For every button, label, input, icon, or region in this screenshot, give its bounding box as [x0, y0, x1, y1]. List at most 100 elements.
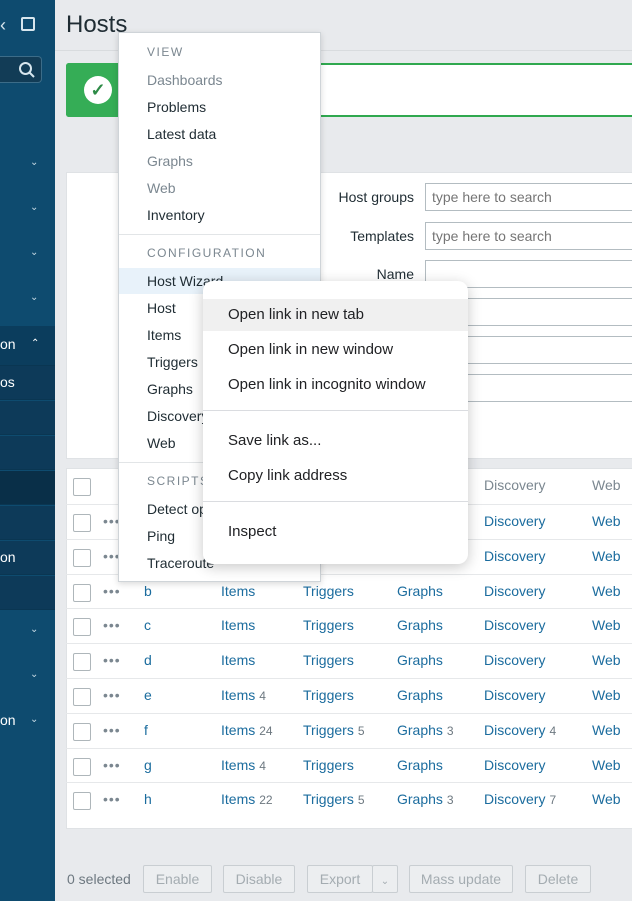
menu-item-detect-os[interactable]: Detect op — [147, 501, 207, 517]
disable-button[interactable]: Disable — [223, 865, 295, 893]
more-options-icon[interactable]: ••• — [103, 791, 121, 807]
discovery-link[interactable]: Discovery — [484, 757, 545, 773]
more-options-icon[interactable]: ••• — [103, 617, 121, 633]
menu-item-triggers[interactable]: Triggers — [147, 354, 198, 370]
collapse-sidebar-icon[interactable]: ‹ — [0, 15, 6, 36]
delete-button[interactable]: Delete — [525, 865, 591, 893]
host-name-link[interactable]: f — [144, 722, 148, 738]
menu-item-graphs-config[interactable]: Graphs — [147, 381, 193, 397]
menu-item-graphs[interactable]: Graphs — [147, 153, 193, 169]
graphs-link[interactable]: Graphs — [397, 652, 443, 668]
discovery-link[interactable]: Discovery — [484, 791, 545, 807]
sidebar-search-input[interactable] — [0, 56, 42, 83]
sidebar-subitem[interactable] — [0, 401, 55, 435]
chevron-up-icon[interactable]: ⌃ — [31, 338, 39, 349]
inspect[interactable]: Inspect — [228, 523, 276, 540]
triggers-link[interactable]: Triggers — [303, 583, 354, 599]
triggers-link[interactable]: Triggers — [303, 722, 354, 738]
web-link[interactable]: Web — [592, 722, 621, 738]
graphs-link[interactable]: Graphs — [397, 757, 443, 773]
menu-item-web[interactable]: Web — [147, 180, 176, 196]
graphs-link[interactable]: Graphs — [397, 687, 443, 703]
mass-update-button[interactable]: Mass update — [409, 865, 513, 893]
triggers-link[interactable]: Triggers — [303, 791, 354, 807]
chevron-down-icon[interactable]: ⌄ — [30, 624, 38, 635]
chevron-down-icon[interactable]: ⌄ — [30, 669, 38, 680]
menu-item-inventory[interactable]: Inventory — [147, 207, 205, 223]
export-button[interactable]: Export — [307, 865, 373, 893]
chevron-down-icon[interactable]: ⌄ — [30, 292, 38, 303]
discovery-link[interactable]: Discovery — [484, 548, 545, 564]
row-checkbox[interactable] — [73, 688, 91, 706]
sidebar-subitem[interactable]: on — [0, 541, 55, 575]
sidebar-subitem[interactable] — [0, 506, 55, 540]
sidebar-item-label[interactable]: on — [0, 712, 16, 728]
chevron-down-icon[interactable]: ⌄ — [30, 714, 38, 725]
menu-item-latest-data[interactable]: Latest data — [147, 126, 216, 142]
items-link[interactable]: Items — [221, 617, 255, 633]
host-name-link[interactable]: g — [144, 757, 152, 773]
sidebar-subitem-selected[interactable] — [0, 471, 55, 505]
open-in-incognito-window[interactable]: Open link in incognito window — [228, 376, 426, 393]
web-link[interactable]: Web — [592, 757, 621, 773]
host-name-link[interactable]: d — [144, 652, 152, 668]
row-checkbox[interactable] — [73, 723, 91, 741]
discovery-link[interactable]: Discovery — [484, 687, 545, 703]
templates-input[interactable] — [425, 222, 632, 250]
menu-item-discovery[interactable]: Discovery — [147, 408, 208, 424]
row-checkbox[interactable] — [73, 792, 91, 810]
menu-item-dashboards[interactable]: Dashboards — [147, 72, 223, 88]
column-header-web[interactable]: Web — [592, 477, 621, 493]
more-options-icon[interactable]: ••• — [103, 583, 121, 599]
more-options-icon[interactable]: ••• — [103, 687, 121, 703]
items-link[interactable]: Items — [221, 757, 255, 773]
web-link[interactable]: Web — [592, 548, 621, 564]
discovery-link[interactable]: Discovery — [484, 583, 545, 599]
row-checkbox[interactable] — [73, 618, 91, 636]
discovery-link[interactable]: Discovery — [484, 652, 545, 668]
copy-link-address[interactable]: Copy link address — [228, 467, 347, 484]
menu-item-items[interactable]: Items — [147, 327, 181, 343]
items-link[interactable]: Items — [221, 722, 255, 738]
export-dropdown-button[interactable]: ⌄ — [372, 865, 398, 893]
web-link[interactable]: Web — [592, 513, 621, 529]
host-groups-input[interactable] — [425, 183, 632, 211]
open-in-new-tab[interactable]: Open link in new tab — [228, 306, 364, 323]
save-link-as[interactable]: Save link as... — [228, 432, 321, 449]
items-link[interactable]: Items — [221, 583, 255, 599]
discovery-link[interactable]: Discovery — [484, 513, 545, 529]
row-checkbox[interactable] — [73, 549, 91, 567]
web-link[interactable]: Web — [592, 687, 621, 703]
chevron-down-icon[interactable]: ⌄ — [30, 247, 38, 258]
menu-item-web-config[interactable]: Web — [147, 435, 176, 451]
graphs-link[interactable]: Graphs — [397, 722, 443, 738]
triggers-link[interactable]: Triggers — [303, 652, 354, 668]
items-link[interactable]: Items — [221, 687, 255, 703]
host-name-link[interactable]: e — [144, 687, 152, 703]
kiosk-mode-icon[interactable] — [21, 17, 35, 31]
sidebar-subitem[interactable] — [0, 576, 55, 610]
web-link[interactable]: Web — [592, 583, 621, 599]
sidebar-subitem[interactable] — [0, 436, 55, 470]
web-link[interactable]: Web — [592, 617, 621, 633]
row-checkbox[interactable] — [73, 758, 91, 776]
more-options-icon[interactable]: ••• — [103, 652, 121, 668]
more-options-icon[interactable]: ••• — [103, 757, 121, 773]
row-checkbox[interactable] — [73, 584, 91, 602]
web-link[interactable]: Web — [592, 791, 621, 807]
row-checkbox[interactable] — [73, 514, 91, 532]
menu-item-ping[interactable]: Ping — [147, 528, 175, 544]
items-link[interactable]: Items — [221, 791, 255, 807]
sidebar-section-active[interactable]: on ⌃ — [0, 326, 55, 366]
triggers-link[interactable]: Triggers — [303, 687, 354, 703]
graphs-link[interactable]: Graphs — [397, 617, 443, 633]
host-name-link[interactable]: h — [144, 791, 152, 807]
enable-button[interactable]: Enable — [143, 865, 212, 893]
triggers-link[interactable]: Triggers — [303, 617, 354, 633]
triggers-link[interactable]: Triggers — [303, 757, 354, 773]
web-link[interactable]: Web — [592, 652, 621, 668]
row-checkbox[interactable] — [73, 653, 91, 671]
sidebar-subitem[interactable]: os — [0, 366, 55, 400]
column-header-discovery[interactable]: Discovery — [484, 477, 545, 493]
discovery-link[interactable]: Discovery — [484, 617, 545, 633]
